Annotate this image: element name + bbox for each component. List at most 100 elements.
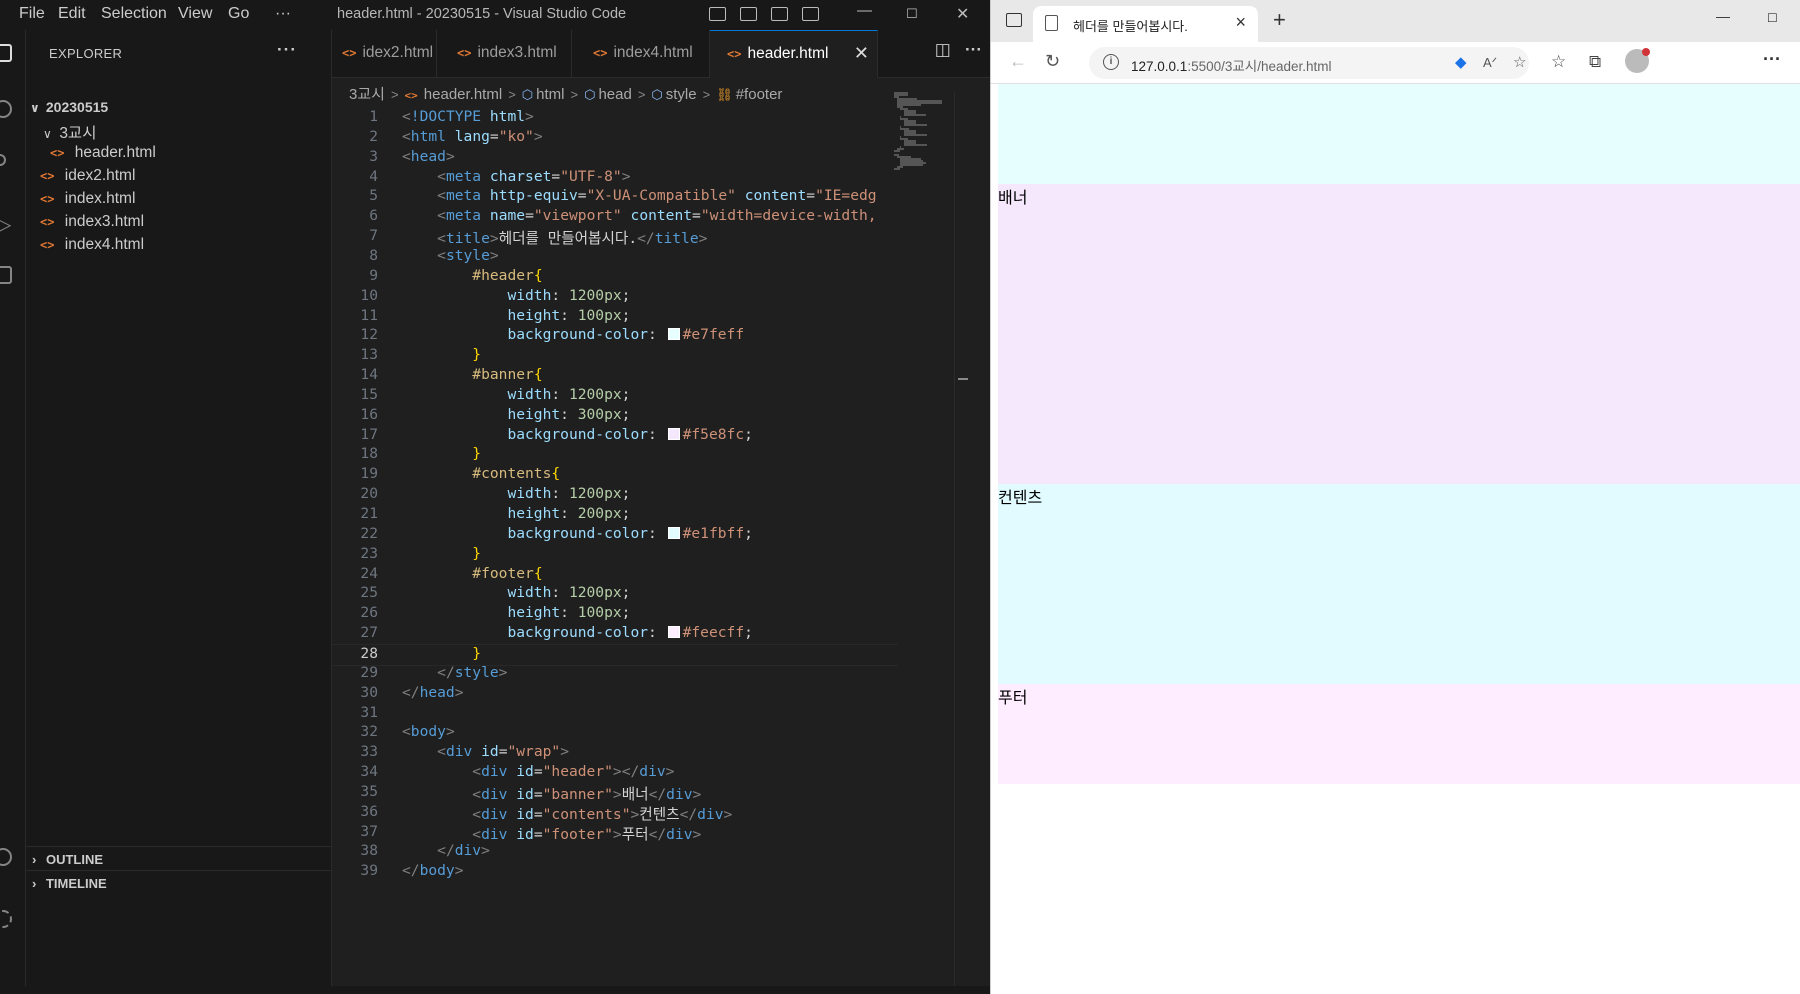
browser-tab[interactable]: 헤더를 만들어봅시다. × [1033, 6, 1258, 42]
outline-panel-header[interactable]: › OUTLINE [26, 846, 331, 872]
breadcrumb-item[interactable]: html [536, 86, 564, 103]
menu-file[interactable]: File [19, 5, 45, 23]
code-line[interactable]: 32 <body> [332, 723, 898, 745]
menu-view[interactable]: View [178, 5, 212, 23]
settings-more-icon[interactable]: ··· [1763, 49, 1781, 70]
explorer-icon[interactable] [0, 44, 12, 62]
toggle-panel-icon[interactable] [740, 7, 757, 21]
extensions-icon[interactable] [0, 266, 12, 284]
customize-layout-icon[interactable] [802, 7, 819, 21]
code-line[interactable]: 9 #header{ [332, 267, 898, 289]
tab-index4[interactable]: <> index4.html [572, 30, 710, 78]
breadcrumb-item[interactable]: head [598, 86, 631, 103]
menu-selection[interactable]: Selection [101, 5, 167, 23]
code-line[interactable]: 26 height: 100px; [332, 604, 898, 626]
tree-file-index4[interactable]: <> index4.html [26, 234, 331, 258]
code-line[interactable]: 29 </style> [332, 664, 898, 686]
code-line[interactable]: 13 } [332, 346, 898, 368]
minimize-icon[interactable]: — [1716, 8, 1730, 24]
menu-go[interactable]: Go [228, 5, 249, 23]
code-line[interactable]: 7 <title>헤더를 만들어봅시다.</title> [332, 227, 898, 249]
code-line[interactable]: 1 <!DOCTYPE html> [332, 108, 898, 130]
code-line[interactable]: 33 <div id="wrap"> [332, 743, 898, 765]
menu-edit[interactable]: Edit [58, 5, 86, 23]
code-line[interactable]: 2 <html lang="ko"> [332, 128, 898, 150]
tree-file-idex2[interactable]: <> idex2.html [26, 165, 331, 189]
code-line[interactable]: 3 <head> [332, 148, 898, 170]
toggle-secondary-sidebar-icon[interactable] [771, 7, 788, 21]
code-line[interactable]: 17 background-color: #f5e8fc; [332, 426, 898, 448]
code-line[interactable]: 35 <div id="banner">배너</div> [332, 783, 898, 805]
close-tab-icon[interactable]: ✕ [854, 43, 869, 64]
code-line[interactable]: 5 <meta http-equiv="X-UA-Compatible" con… [332, 187, 898, 209]
breadcrumb-item[interactable]: header.html [424, 86, 502, 103]
tab-actions-icon[interactable] [1006, 13, 1022, 27]
code-line[interactable]: 15 width: 1200px; [332, 386, 898, 408]
close-tab-icon[interactable]: × [1235, 12, 1246, 33]
read-aloud-icon[interactable]: Aᐟ [1483, 55, 1497, 71]
code-line[interactable]: 16 height: 300px; [332, 406, 898, 428]
menu-more[interactable]: ··· [275, 5, 291, 23]
explorer-more-icon[interactable]: ··· [277, 40, 297, 60]
accounts-icon[interactable] [0, 848, 12, 866]
shopping-tag-icon[interactable]: ◆ [1455, 53, 1467, 71]
tree-root-folder[interactable]: ∨ 20230515 [26, 96, 331, 120]
address-bar[interactable]: i 127.0.0.1:5500/3교시/header.html ◆ Aᐟ ☆ [1089, 47, 1529, 79]
code-line[interactable]: 4 <meta charset="UTF-8"> [332, 168, 898, 190]
timeline-panel-header[interactable]: › TIMELINE [26, 870, 331, 896]
tab-index3[interactable]: <> index3.html [437, 30, 572, 78]
breadcrumb-item[interactable]: 3교시 [349, 86, 385, 103]
code-line[interactable]: 20 width: 1200px; [332, 485, 898, 507]
tree-file-header[interactable]: <> header.html [26, 142, 331, 166]
breadcrumb-item[interactable]: #footer [736, 86, 783, 103]
code-editor[interactable]: 1 <!DOCTYPE html> 2 <html lang="ko"> 3 <head>… [332, 108, 898, 994]
code-line[interactable]: 23 } [332, 545, 898, 567]
code-line[interactable]: 6 <meta name="viewport" content="width=d… [332, 207, 898, 229]
code-line[interactable]: 38 </div> [332, 842, 898, 864]
minimize-icon[interactable]: — [857, 2, 872, 19]
code-line[interactable]: 14 #banner{ [332, 366, 898, 388]
code-line[interactable]: 8 <style> [332, 247, 898, 269]
settings-gear-icon[interactable] [0, 910, 12, 928]
code-line[interactable]: 12 background-color: #e7feff [332, 326, 898, 348]
code-line[interactable]: 36 <div id="contents">컨텐츠</div> [332, 803, 898, 825]
back-icon[interactable]: ← [1009, 51, 1027, 72]
breadcrumb-item[interactable]: style [666, 86, 697, 103]
split-editor-icon[interactable]: ◫ ··· [935, 40, 982, 60]
add-favorite-icon[interactable]: ☆ [1513, 53, 1526, 71]
code-line[interactable]: 22 background-color: #e1fbff; [332, 525, 898, 547]
code-line[interactable]: 18 } [332, 445, 898, 467]
minimap[interactable] [890, 92, 954, 172]
info-icon[interactable]: i [1103, 54, 1119, 70]
editor-scrollbar[interactable] [954, 92, 968, 994]
code-line[interactable]: 34 <div id="header"></div> [332, 763, 898, 785]
code-line[interactable]: 28 } [332, 643, 898, 666]
tree-folder-3[interactable]: ∨ 3교시 [26, 119, 331, 143]
refresh-icon[interactable]: ↻ [1045, 51, 1060, 72]
tree-file-index3[interactable]: <> index3.html [26, 211, 331, 235]
favorites-icon[interactable]: ☆ [1551, 52, 1566, 72]
code-line[interactable]: 24 #footer{ [332, 565, 898, 587]
run-debug-icon[interactable]: ▷ [0, 212, 14, 236]
source-control-icon[interactable] [0, 154, 6, 166]
code-line[interactable]: 31 [332, 704, 898, 726]
maximize-icon[interactable]: ☐ [906, 6, 918, 22]
tree-file-index[interactable]: <> index.html [26, 188, 331, 212]
code-line[interactable]: 37 <div id="footer">푸터</div> [332, 823, 898, 845]
search-icon[interactable] [0, 100, 12, 118]
code-line[interactable]: 10 width: 1200px; [332, 287, 898, 309]
code-line[interactable]: 30 </head> [332, 684, 898, 706]
code-line[interactable]: 19 #contents{ [332, 465, 898, 487]
collections-icon[interactable]: ⧉ [1589, 52, 1601, 72]
code-line[interactable]: 11 height: 100px; [332, 307, 898, 329]
code-line[interactable]: 21 height: 200px; [332, 505, 898, 527]
close-window-icon[interactable]: ✕ [956, 4, 969, 24]
toggle-primary-sidebar-icon[interactable] [709, 7, 726, 21]
maximize-icon[interactable]: ☐ [1767, 11, 1778, 25]
new-tab-icon[interactable]: + [1273, 7, 1286, 33]
tab-header[interactable]: <> header.html ✕ [710, 30, 878, 78]
tab-idex2[interactable]: <> idex2.html [332, 30, 437, 78]
code-line[interactable]: 39 </body> [332, 862, 898, 884]
code-line[interactable]: 27 background-color: #feecff; [332, 624, 898, 646]
code-line[interactable]: 25 width: 1200px; [332, 584, 898, 606]
